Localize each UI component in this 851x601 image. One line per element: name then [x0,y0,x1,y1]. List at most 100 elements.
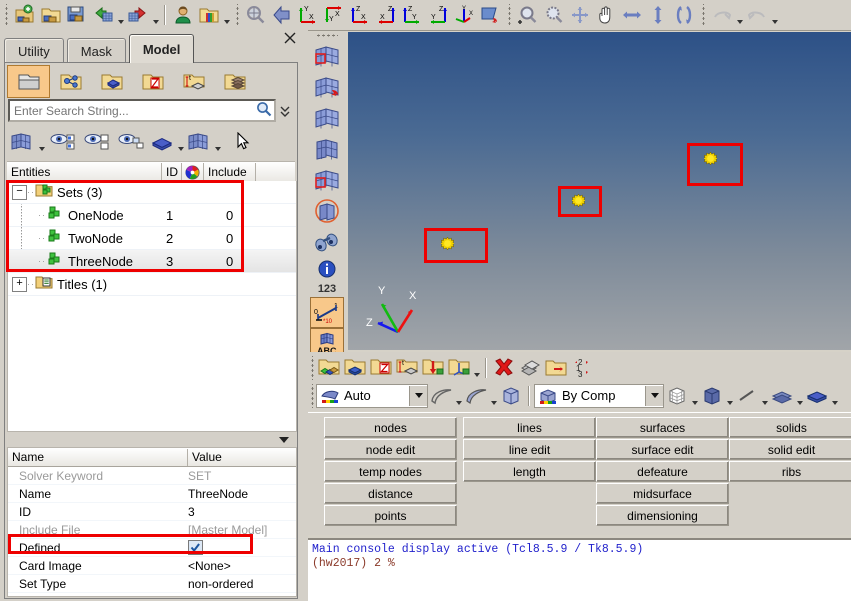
view-xy-icon[interactable]: Y X [295,2,321,28]
view-iso-icon[interactable]: Y X [451,2,477,28]
property-column-value[interactable]: Value [188,449,296,466]
panel-button-lines[interactable]: lines [463,417,596,438]
zoom-fit-icon[interactable] [567,2,593,28]
color-mode-combo[interactable]: By Comp [534,383,664,408]
reverse-display-icon[interactable] [114,127,148,157]
wireframe-cube-dropdown[interactable] [690,379,699,413]
model-browser-icon[interactable] [7,65,50,98]
save-model-icon[interactable] [64,2,90,28]
include-browser-icon[interactable] [132,66,173,97]
view-xy-flip-icon[interactable]: X Y [321,2,347,28]
tree-item-onenode[interactable]: ·· OneNode 1 0 [8,204,296,227]
geom-solid-icon[interactable] [342,355,368,381]
shaded-geometry-icon[interactable] [148,127,176,157]
property-value[interactable]: 1 Nodes [188,595,296,597]
entity-tree[interactable]: − ·· Sets (3) ·· OneNode 1 0 ·· TwoNode … [7,181,297,432]
organize-icon[interactable] [543,355,569,381]
panel-button-surface-edit[interactable]: surface edit [596,439,729,460]
redo-dropdown[interactable] [770,0,779,32]
tab-model[interactable]: Model [128,34,195,63]
panel-button-line-edit[interactable]: line edit [463,439,596,460]
load-userprofile-icon[interactable] [196,2,222,28]
rotate-view-icon[interactable] [477,2,503,28]
geom-axis-icon[interactable] [446,355,472,381]
property-value[interactable]: <None> [188,559,296,573]
part-browser-icon[interactable] [91,66,132,97]
property-value[interactable]: ThreeNode [188,487,296,501]
panel-button-temp-nodes[interactable]: temp nodes [324,461,457,482]
property-row-entity-ids[interactable]: Entity IDs 1 Nodes [8,593,296,597]
toolbar-grip-undo[interactable] [700,4,707,26]
shaded-cube-dropdown[interactable] [725,379,734,413]
show-all-icon[interactable] [46,127,80,157]
undo-dropdown[interactable] [735,0,744,32]
color-wheel-icon[interactable] [182,163,204,181]
zoom-out-icon[interactable] [541,2,567,28]
surface-patch-dropdown[interactable] [454,379,463,413]
layers-browser-icon[interactable] [214,66,255,97]
tab-utility[interactable]: Utility [4,38,64,63]
toolbar-grip-file[interactable] [3,4,10,26]
export-dropdown[interactable] [151,0,160,32]
selection-toolbar-grip[interactable] [308,383,316,408]
arrows-horizontal-icon[interactable] [619,2,645,28]
column-include[interactable]: Include [204,163,256,181]
geom-drag-icon[interactable] [368,355,394,381]
property-value[interactable]: non-ordered [188,577,296,591]
measure-icon[interactable]: 0 1 *10 [310,297,344,328]
tree-item-twonode[interactable]: ·· TwoNode 2 0 [8,227,296,250]
panel-button-node-edit[interactable]: node edit [324,439,457,460]
property-row-include-file[interactable]: Include File [Master Model] [8,521,296,539]
property-row-card-image[interactable]: Card Image <None> [8,557,296,575]
column-entities[interactable]: Entities [7,163,162,181]
defined-checkbox[interactable] [188,539,203,555]
user-profile-icon[interactable] [170,2,196,28]
search-box[interactable] [8,99,276,122]
hide-all-icon[interactable] [80,127,114,157]
thickness-browser-icon[interactable]: t [173,66,214,97]
binoculars-icon[interactable] [310,226,344,257]
redo-icon[interactable] [744,2,770,28]
cube-wire-icon[interactable] [498,383,524,409]
line-icon[interactable] [734,383,760,409]
property-row-solver-keyword[interactable]: Solver Keyword SET [8,467,296,485]
mesh-mode-dropdown[interactable] [409,385,427,406]
display-elements-icon[interactable] [7,127,37,157]
panel-button-length[interactable]: length [463,461,596,482]
pan-icon[interactable] [593,2,619,28]
panel-button-surfaces[interactable]: surfaces [596,417,729,438]
previous-view-icon[interactable] [269,2,295,28]
numbers-123-icon[interactable]: 123 [310,281,344,297]
property-row-set-type[interactable]: Set Type non-ordered [8,575,296,593]
shaded-geometry-dropdown[interactable] [176,125,185,159]
connector-browser-icon[interactable] [50,66,91,97]
expand-toggle-titles[interactable]: + [12,276,27,292]
import-dropdown[interactable] [116,0,125,32]
panel-button-defeature[interactable]: defeature [596,461,729,482]
undo-icon[interactable] [709,2,735,28]
property-row-name[interactable]: Name ThreeNode [8,485,296,503]
vtoolbar-grip[interactable] [308,32,346,40]
view-yz-icon[interactable]: Z Y [425,2,451,28]
toolbar-grip-view[interactable] [234,4,241,26]
expand-toggle-sets[interactable]: − [12,184,27,200]
mesh-plain-icon[interactable] [310,102,344,133]
panel-button-ribs[interactable]: ribs [729,461,851,482]
open-model-icon[interactable] [38,2,64,28]
node-marker-3[interactable] [702,151,719,166]
tab-mask[interactable]: Mask [66,38,126,63]
geom-project-icon[interactable] [420,355,446,381]
panel-button-dimensioning[interactable]: dimensioning [596,505,729,526]
mesh-shaded-icon[interactable] [310,133,344,164]
graphics-viewport[interactable]: Z Y X [348,32,851,350]
element-icon[interactable] [769,383,795,409]
view-zx-flip-icon[interactable]: Z X [373,2,399,28]
surface-icon[interactable] [804,383,830,409]
mesh-arrow-icon[interactable] [310,71,344,102]
zoom-in-icon[interactable] [515,2,541,28]
surface-patch-icon[interactable] [428,383,454,409]
double-chevron-down-icon[interactable] [276,100,294,121]
search-icon[interactable] [256,101,272,120]
panel-button-points[interactable]: points [324,505,457,526]
arrows-vertical-icon[interactable] [645,2,671,28]
